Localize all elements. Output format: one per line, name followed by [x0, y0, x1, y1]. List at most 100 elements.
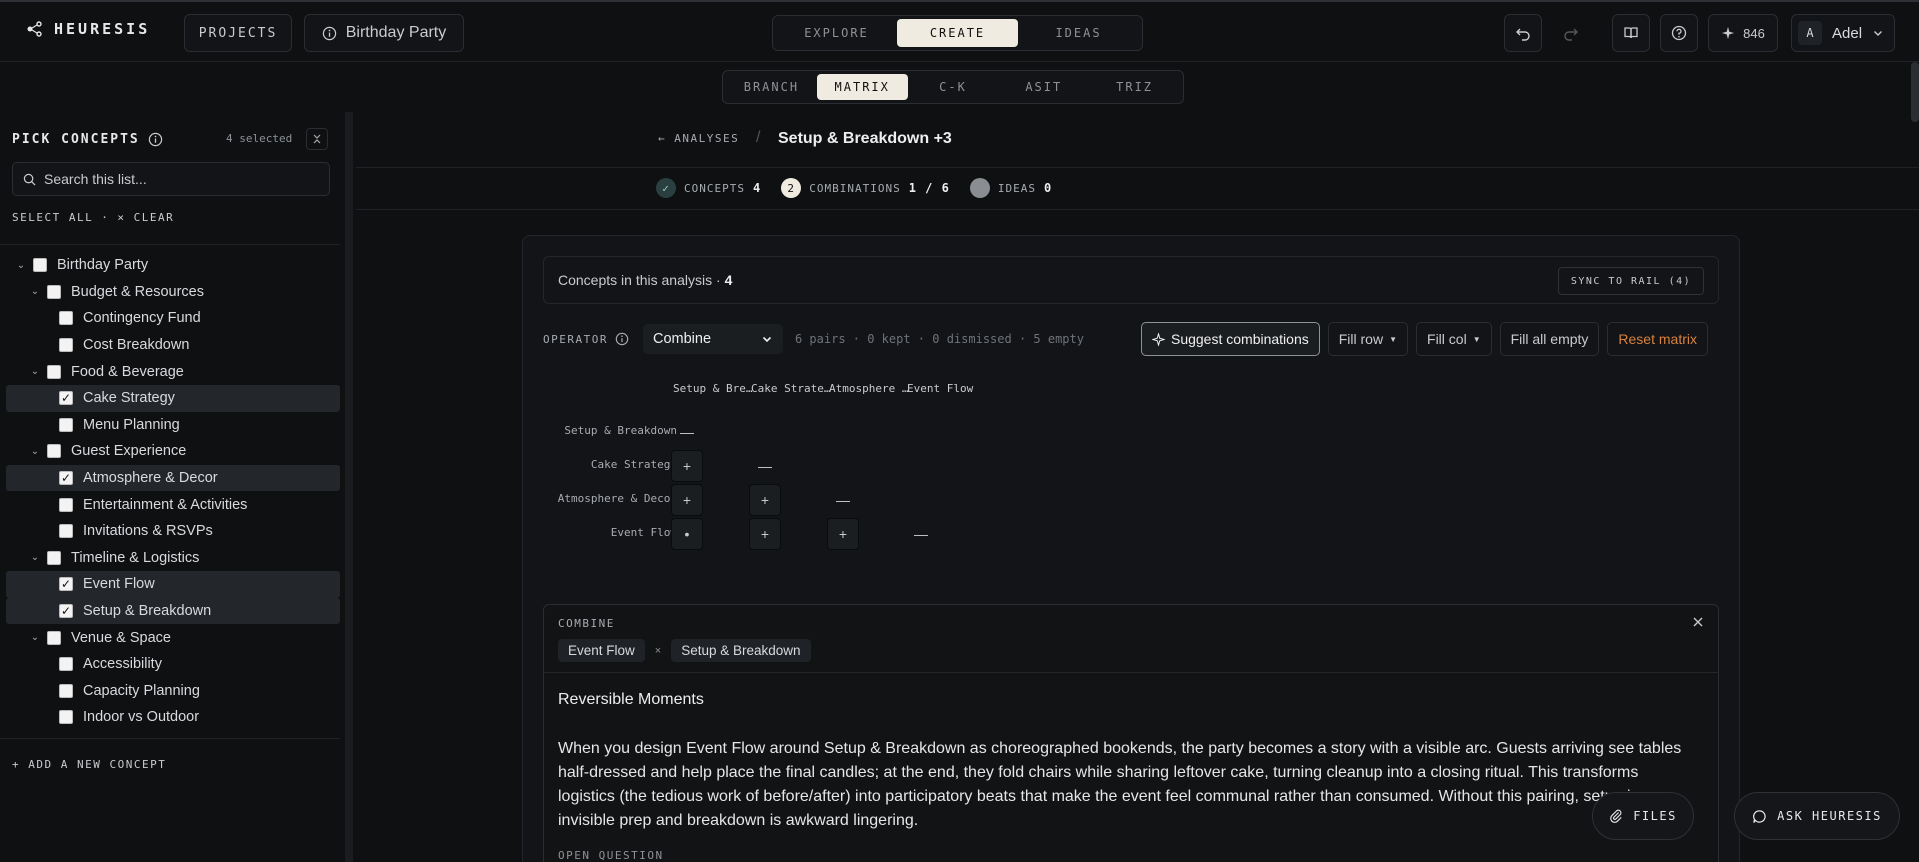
- chevron-down-icon[interactable]: ⌄: [28, 632, 42, 643]
- matrix-cell[interactable]: +: [827, 518, 859, 550]
- tree-item[interactable]: ✓ Setup & Breakdown: [6, 597, 340, 625]
- concept-checkbox[interactable]: ✓: [59, 471, 73, 486]
- idea-title: Reversible Moments: [558, 691, 704, 708]
- fill-col-button[interactable]: Fill col ▼: [1416, 322, 1492, 356]
- chevron-down-icon[interactable]: ⌄: [28, 446, 42, 457]
- back-to-analyses[interactable]: ← ANALYSES: [658, 132, 739, 145]
- concept-checkbox[interactable]: ✓: [59, 577, 73, 592]
- matrix-row-header: Cake Strategy: [590, 458, 677, 471]
- collapse-button[interactable]: [306, 128, 328, 150]
- tree-item[interactable]: ✓ Event Flow: [6, 571, 340, 598]
- tree-item-label: Cost Breakdown: [83, 337, 190, 354]
- concept-checkbox[interactable]: [47, 284, 61, 299]
- chevron-down-icon[interactable]: ⌄: [28, 552, 42, 563]
- paperclip-icon: [1610, 809, 1622, 823]
- concept-checkbox[interactable]: [59, 524, 73, 539]
- tab-explore[interactable]: EXPLORE: [776, 19, 897, 47]
- help-button[interactable]: [1660, 14, 1698, 52]
- credits-button[interactable]: 846: [1708, 14, 1778, 52]
- tree-item-label: Budget & Resources: [71, 283, 204, 300]
- matrix-cell[interactable]: •: [671, 518, 703, 550]
- reset-matrix-button[interactable]: Reset matrix: [1607, 322, 1708, 356]
- files-button[interactable]: FILES: [1592, 792, 1694, 840]
- tab-asit[interactable]: ASIT: [998, 74, 1089, 100]
- concept-checkbox[interactable]: ✓: [59, 391, 73, 406]
- collapse-icon: [313, 134, 321, 144]
- tab-triz[interactable]: TRIZ: [1089, 74, 1180, 100]
- redo-button[interactable]: [1552, 14, 1590, 52]
- operator-select[interactable]: Combine: [642, 324, 783, 354]
- tree-item[interactable]: Cost Breakdown: [6, 332, 340, 359]
- ask-heuresis-button[interactable]: ASK HEURESIS: [1734, 792, 1900, 840]
- tree-item[interactable]: ⌄ Birthday Party: [6, 252, 340, 279]
- concept-checkbox[interactable]: [47, 550, 61, 565]
- tree-item[interactable]: ⌄ Venue & Space: [6, 624, 340, 651]
- undo-button[interactable]: [1504, 14, 1542, 52]
- concept-checkbox[interactable]: [59, 417, 73, 432]
- tab-matrix[interactable]: MATRIX: [816, 74, 908, 100]
- chevron-down-icon[interactable]: ⌄: [28, 286, 42, 297]
- tree-item[interactable]: Invitations & RSVPs: [6, 518, 340, 545]
- matrix-cell[interactable]: +: [749, 518, 781, 550]
- progress-steps: ✓ CONCEPTS 4 2 COMBINATIONS 1 / 6 IDEAS …: [656, 178, 1052, 198]
- concept-tree: ⌄ Birthday Party ⌄ Budget & Resources Contin…: [6, 252, 340, 731]
- project-breadcrumb[interactable]: Birthday Party: [304, 14, 464, 52]
- tree-item[interactable]: Accessibility: [6, 651, 340, 678]
- info-icon[interactable]: [615, 332, 629, 346]
- tree-item[interactable]: Menu Planning: [6, 412, 340, 439]
- concept-checkbox[interactable]: [47, 444, 61, 459]
- tree-item[interactable]: Capacity Planning: [6, 678, 340, 705]
- tree-item[interactable]: ✓ Cake Strategy: [6, 384, 340, 412]
- concept-checkbox[interactable]: [59, 497, 73, 512]
- user-menu[interactable]: A Adel: [1791, 14, 1895, 52]
- tree-item[interactable]: ⌄ Timeline & Logistics: [6, 545, 340, 572]
- step-concepts[interactable]: ✓ CONCEPTS 4: [656, 178, 761, 198]
- concept-checkbox[interactable]: [59, 710, 73, 725]
- fill-row-button[interactable]: Fill row ▼: [1327, 322, 1409, 356]
- tree-item[interactable]: ⌄ Food & Beverage: [6, 358, 340, 385]
- tree-item[interactable]: ✓ Atmosphere & Decor: [6, 464, 340, 492]
- tree-item-label: Timeline & Logistics: [71, 549, 200, 566]
- tab-ideas[interactable]: IDEAS: [1018, 19, 1139, 47]
- concept-checkbox[interactable]: ✓: [59, 604, 73, 619]
- close-icon: [1693, 617, 1703, 627]
- search-input[interactable]: [44, 171, 314, 187]
- chevron-down-icon[interactable]: ⌄: [14, 260, 28, 271]
- info-icon[interactable]: [148, 132, 163, 147]
- close-button[interactable]: [1692, 615, 1704, 633]
- app-logo[interactable]: HEURESIS: [26, 20, 150, 38]
- docs-button[interactable]: [1612, 14, 1650, 52]
- projects-button[interactable]: PROJECTS: [184, 14, 292, 52]
- tab-branch[interactable]: BRANCH: [726, 74, 817, 100]
- concept-checkbox[interactable]: [59, 311, 73, 326]
- sidebar-scrollbar[interactable]: [345, 112, 353, 862]
- concept-checkbox[interactable]: [33, 258, 47, 273]
- concept-checkbox[interactable]: [59, 683, 73, 698]
- select-all-button[interactable]: SELECT ALL: [12, 211, 93, 224]
- concept-checkbox[interactable]: [59, 657, 73, 672]
- tree-item[interactable]: Indoor vs Outdoor: [6, 704, 340, 731]
- chevron-down-icon[interactable]: ⌄: [28, 366, 42, 377]
- undo-icon: [1516, 28, 1530, 41]
- tab-ck[interactable]: C-K: [908, 74, 999, 100]
- concept-checkbox[interactable]: [47, 364, 61, 379]
- step-combinations[interactable]: 2 COMBINATIONS 1 / 6: [781, 178, 950, 198]
- tab-create[interactable]: CREATE: [897, 19, 1018, 47]
- sync-to-rail-button[interactable]: SYNC TO RAIL (4): [1558, 267, 1704, 295]
- suggest-combinations-button[interactable]: Suggest combinations: [1140, 322, 1320, 356]
- add-concept-button[interactable]: + ADD A NEW CONCEPT: [12, 758, 166, 771]
- matrix-cell[interactable]: +: [671, 484, 703, 516]
- fill-all-empty-button[interactable]: Fill all empty: [1499, 322, 1600, 356]
- matrix-cell[interactable]: +: [749, 484, 781, 516]
- tree-item[interactable]: ⌄ Guest Experience: [6, 438, 340, 465]
- tree-item[interactable]: ⌄ Budget & Resources: [6, 279, 340, 306]
- concept-checkbox[interactable]: [47, 630, 61, 645]
- tree-item-label: Food & Beverage: [71, 363, 184, 380]
- tree-item[interactable]: Entertainment & Activities: [6, 491, 340, 518]
- tree-item[interactable]: Contingency Fund: [6, 305, 340, 332]
- concept-search[interactable]: [12, 162, 330, 196]
- matrix-cell[interactable]: +: [671, 450, 703, 482]
- clear-button[interactable]: × CLEAR: [117, 211, 174, 224]
- concept-checkbox[interactable]: [59, 338, 73, 353]
- step-ideas[interactable]: IDEAS 0: [969, 178, 1052, 198]
